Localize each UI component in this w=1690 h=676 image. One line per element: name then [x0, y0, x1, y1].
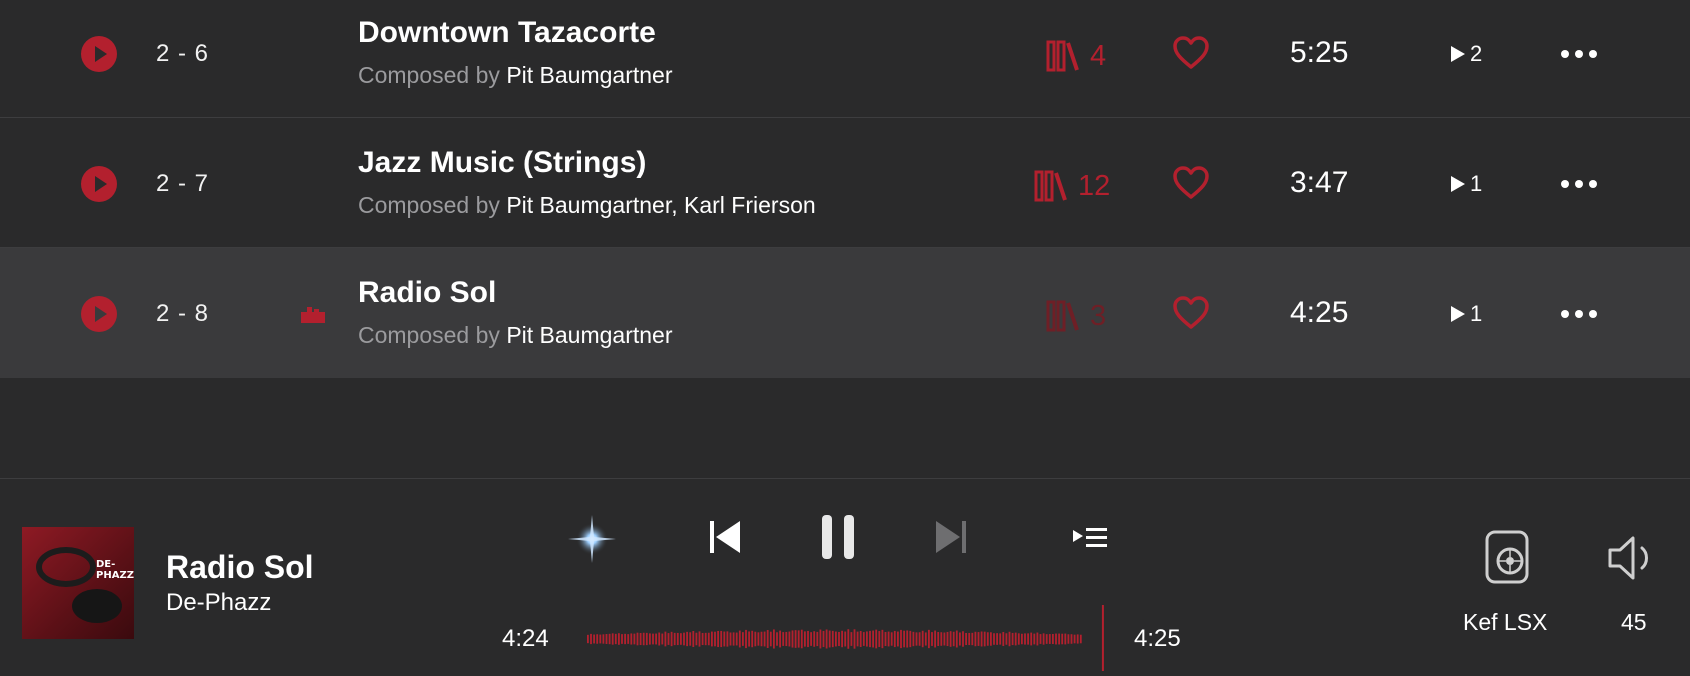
playhead[interactable]: [1101, 605, 1104, 671]
more-icon: [1561, 180, 1569, 188]
play-count-icon: [1451, 306, 1465, 322]
heart-icon: [1173, 296, 1209, 329]
track-number: 2 - 6: [156, 40, 210, 67]
favorite-button[interactable]: [1172, 166, 1210, 205]
album-art[interactable]: DE-PHAZZ: [22, 527, 134, 639]
track-title: Radio Sol: [358, 276, 497, 309]
library-count: 12: [1078, 169, 1111, 202]
track-title: Jazz Music (Strings): [358, 146, 647, 179]
library-count-button[interactable]: 4: [1046, 38, 1106, 74]
player-bar: DE-PHAZZ Radio Sol De-Phazz 4:24 4:25 Ke…: [0, 478, 1690, 676]
track-title: Downtown Tazacorte: [358, 16, 656, 49]
now-playing-icon: [301, 307, 325, 323]
track-composers: Composed by Pit Baumgartner, Karl Friers…: [358, 192, 816, 219]
play-track-button[interactable]: [81, 166, 117, 202]
pause-icon[interactable]: [820, 513, 856, 561]
library-icon: [1046, 300, 1079, 332]
composer-names[interactable]: Pit Baumgartner: [506, 322, 672, 348]
track-row[interactable]: 2 - 7 Jazz Music (Strings) Composed by P…: [0, 118, 1690, 248]
library-count: 3: [1090, 299, 1107, 332]
composer-names[interactable]: Pit Baumgartner, Karl Frierson: [506, 192, 815, 218]
more-options-button[interactable]: [1561, 180, 1597, 188]
album-art-logo: DE-PHAZZ: [96, 559, 134, 581]
favorite-button[interactable]: [1172, 36, 1210, 75]
play-icon: [95, 176, 107, 192]
heart-icon: [1173, 36, 1209, 69]
previous-icon[interactable]: [708, 519, 742, 555]
composed-by-label: Composed by: [358, 192, 500, 218]
play-track-button[interactable]: [81, 296, 117, 332]
remaining-time: 4:25: [1134, 625, 1181, 652]
library-count: 4: [1090, 39, 1107, 72]
favorite-button[interactable]: [1172, 296, 1210, 335]
track-number: 2 - 8: [156, 300, 210, 327]
play-icon: [95, 306, 107, 322]
heart-icon: [1173, 166, 1209, 199]
queue-icon[interactable]: [1072, 525, 1108, 551]
output-device-name[interactable]: Kef LSX: [1463, 609, 1547, 636]
play-track-button[interactable]: [81, 36, 117, 72]
radio-sparkle-icon[interactable]: [566, 513, 618, 565]
more-options-button[interactable]: [1561, 50, 1597, 58]
next-icon[interactable]: [934, 519, 968, 555]
play-count-value: 1: [1470, 171, 1483, 196]
play-count: 1: [1449, 301, 1482, 327]
more-options-button[interactable]: [1561, 310, 1597, 318]
library-count-button[interactable]: 3: [1046, 298, 1106, 334]
track-composers: Composed by Pit Baumgartner: [358, 322, 673, 349]
track-row-selected[interactable]: 2 - 8 Radio Sol Composed by Pit Baumgart…: [0, 248, 1690, 378]
library-icon: [1046, 40, 1079, 72]
play-count: 2: [1449, 41, 1482, 67]
track-duration: 3:47: [1290, 166, 1349, 199]
library-count-button[interactable]: 12: [1034, 168, 1110, 204]
track-number: 2 - 7: [156, 170, 210, 197]
more-icon: [1561, 310, 1569, 318]
play-count: 1: [1449, 171, 1482, 197]
play-count-value: 1: [1470, 301, 1483, 326]
now-playing-artist[interactable]: De-Phazz: [166, 589, 271, 617]
now-playing-title[interactable]: Radio Sol: [166, 549, 314, 586]
play-count-icon: [1451, 46, 1465, 62]
library-icon: [1034, 170, 1067, 202]
play-count-value: 2: [1470, 41, 1483, 66]
composed-by-label: Composed by: [358, 62, 500, 88]
track-duration: 4:25: [1290, 296, 1349, 329]
track-list: 2 - 6 Downtown Tazacorte Composed by Pit…: [0, 0, 1690, 478]
track-row[interactable]: 2 - 6 Downtown Tazacorte Composed by Pit…: [0, 0, 1690, 118]
play-count-icon: [1451, 176, 1465, 192]
speaker-device-icon[interactable]: [1484, 529, 1530, 585]
composed-by-label: Composed by: [358, 322, 500, 348]
track-duration: 5:25: [1290, 36, 1349, 69]
volume-level[interactable]: 45: [1621, 609, 1647, 636]
play-icon: [95, 46, 107, 62]
more-icon: [1561, 50, 1569, 58]
track-composers: Composed by Pit Baumgartner: [358, 62, 673, 89]
elapsed-time: 4:24: [502, 625, 549, 652]
waveform-scrubber[interactable]: [585, 605, 1105, 671]
volume-icon[interactable]: [1607, 535, 1657, 581]
composer-names[interactable]: Pit Baumgartner: [506, 62, 672, 88]
